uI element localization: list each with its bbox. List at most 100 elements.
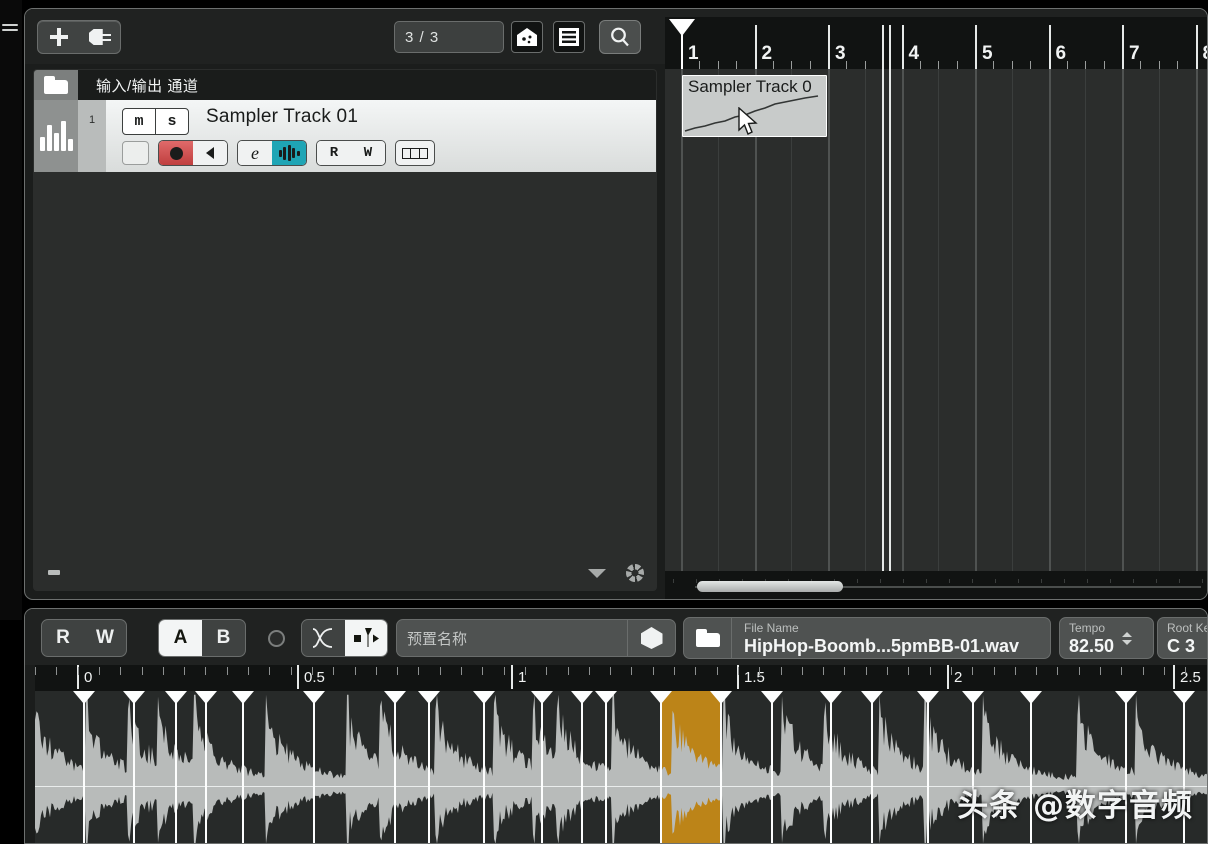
slice-marker-handle[interactable] (473, 691, 495, 704)
automation-group[interactable]: R W (316, 140, 386, 166)
sampler-control-button[interactable] (272, 141, 306, 165)
timeline-ruler[interactable]: 12345678 (665, 17, 1207, 69)
reset-knob-icon[interactable] (268, 630, 285, 647)
playback-mode-group[interactable] (301, 619, 388, 657)
add-track-menu-button[interactable] (80, 21, 121, 53)
slice-marker-handle[interactable] (917, 691, 939, 704)
slice-marker-handle[interactable] (861, 691, 883, 704)
io-channel-folder-button[interactable] (34, 70, 78, 100)
gear-icon[interactable] (626, 564, 644, 582)
tempo-spinner[interactable] (1122, 632, 1132, 645)
slice-divider-line[interactable] (133, 691, 135, 843)
read-automation-button[interactable]: R (317, 141, 351, 165)
write-automation-button[interactable]: W (351, 141, 385, 165)
strip-handle-icon[interactable] (2, 24, 18, 33)
playhead-flag-icon[interactable] (669, 19, 695, 36)
solo-button[interactable]: s (156, 109, 188, 134)
lanes-button[interactable] (395, 140, 435, 166)
slice-marker-handle[interactable] (595, 691, 617, 704)
right-locator[interactable] (889, 25, 891, 69)
record-monitor-group[interactable] (158, 140, 228, 166)
root-key-value: C 3 (1167, 636, 1195, 656)
slice-divider-line[interactable] (581, 691, 583, 843)
edit-sampler-group[interactable]: e (237, 140, 307, 166)
slice-divider-line[interactable] (205, 691, 207, 843)
chevron-down-icon[interactable] (588, 569, 606, 578)
slice-marker-handle[interactable] (531, 691, 553, 704)
slice-marker-handle[interactable] (232, 691, 254, 704)
search-button[interactable] (599, 20, 641, 54)
load-file-button[interactable] (684, 618, 732, 658)
slice-marker-handle[interactable] (384, 691, 406, 704)
sample-ruler[interactable]: 00.511.522.5 (35, 665, 1207, 691)
resize-dash-icon[interactable] (48, 570, 60, 575)
slice-divider-line[interactable] (927, 691, 929, 843)
track-row[interactable]: 1 m s Sampler Track 01 (34, 100, 656, 172)
ruler-sub-tick (791, 61, 792, 69)
track-count-display[interactable]: 3 / 3 (394, 21, 504, 53)
track-name-label[interactable]: Sampler Track 01 (206, 106, 358, 128)
slice-divider-line[interactable] (242, 691, 244, 843)
ruler-sub-tick (773, 61, 774, 69)
slice-divider-line[interactable] (541, 691, 543, 843)
scrollbar-thumb[interactable] (697, 581, 843, 592)
arrange-grid[interactable]: Sampler Track 0 (665, 69, 1207, 571)
slice-divider-line[interactable] (871, 691, 873, 843)
slice-divider-line[interactable] (428, 691, 430, 843)
slice-marker-handle[interactable] (123, 691, 145, 704)
ab-compare-group[interactable]: A B (158, 619, 246, 657)
snap-button[interactable] (345, 620, 388, 656)
slice-divider-line[interactable] (83, 691, 85, 843)
variant-b-button[interactable]: B (202, 620, 245, 656)
slice-marker-handle[interactable] (165, 691, 187, 704)
add-track-button[interactable] (38, 21, 80, 53)
slice-divider-line[interactable] (313, 691, 315, 843)
preset-diamond-icon (641, 627, 663, 649)
slice-divider-line[interactable] (830, 691, 832, 843)
slice-marker-handle[interactable] (1020, 691, 1042, 704)
list-view-button[interactable] (553, 21, 585, 53)
file-name-field[interactable]: File Name HipHop-Boomb...5pmBB-01.wav (683, 617, 1051, 659)
slice-marker-handle[interactable] (73, 691, 95, 704)
slice-marker-handle[interactable] (820, 691, 842, 704)
monitor-button[interactable] (193, 141, 227, 165)
slice-marker-handle[interactable] (962, 691, 984, 704)
preset-browse-button[interactable] (627, 620, 675, 656)
slice-divider-line[interactable] (720, 691, 722, 843)
home-button[interactable] (511, 21, 543, 53)
slice-divider-line[interactable] (660, 691, 662, 843)
slice-marker-handle[interactable] (710, 691, 732, 704)
sample-ruler-minor-tick (525, 667, 526, 675)
sample-waveform-display[interactable]: 头条 @数字音频 (35, 691, 1207, 843)
slice-divider-line[interactable] (175, 691, 177, 843)
file-name-text: File Name HipHop-Boomb...5pmBB-01.wav (732, 619, 1019, 657)
slice-marker-handle[interactable] (1173, 691, 1195, 704)
rw-automation-group[interactable]: R W (41, 619, 127, 657)
slice-marker-handle[interactable] (303, 691, 325, 704)
curve-button[interactable] (302, 620, 345, 656)
horizontal-scrollbar[interactable] (665, 579, 1207, 595)
variant-a-button[interactable]: A (159, 620, 202, 656)
left-locator[interactable] (882, 25, 884, 69)
mute-solo-group[interactable]: m s (122, 108, 189, 135)
root-key-field[interactable]: Root Key C 3 (1157, 617, 1208, 659)
slice-divider-line[interactable] (771, 691, 773, 843)
slice-marker-handle[interactable] (650, 691, 672, 704)
track-select-checkbox[interactable] (122, 141, 149, 165)
slice-divider-line[interactable] (605, 691, 607, 843)
slice-marker-handle[interactable] (418, 691, 440, 704)
slice-divider-line[interactable] (483, 691, 485, 843)
slice-marker-handle[interactable] (1115, 691, 1137, 704)
read-automation-button[interactable]: R (42, 620, 84, 656)
record-enable-button[interactable] (159, 141, 193, 165)
slice-marker-handle[interactable] (571, 691, 593, 704)
add-track-group[interactable] (37, 20, 121, 54)
edit-channel-button[interactable]: e (238, 141, 272, 165)
write-automation-button[interactable]: W (84, 620, 126, 656)
slice-marker-handle[interactable] (195, 691, 217, 704)
slice-marker-handle[interactable] (761, 691, 783, 704)
slice-divider-line[interactable] (394, 691, 396, 843)
tempo-field[interactable]: Tempo 82.50 (1059, 617, 1154, 659)
preset-name-field[interactable]: 预置名称 (396, 619, 676, 657)
mute-button[interactable]: m (123, 109, 155, 134)
